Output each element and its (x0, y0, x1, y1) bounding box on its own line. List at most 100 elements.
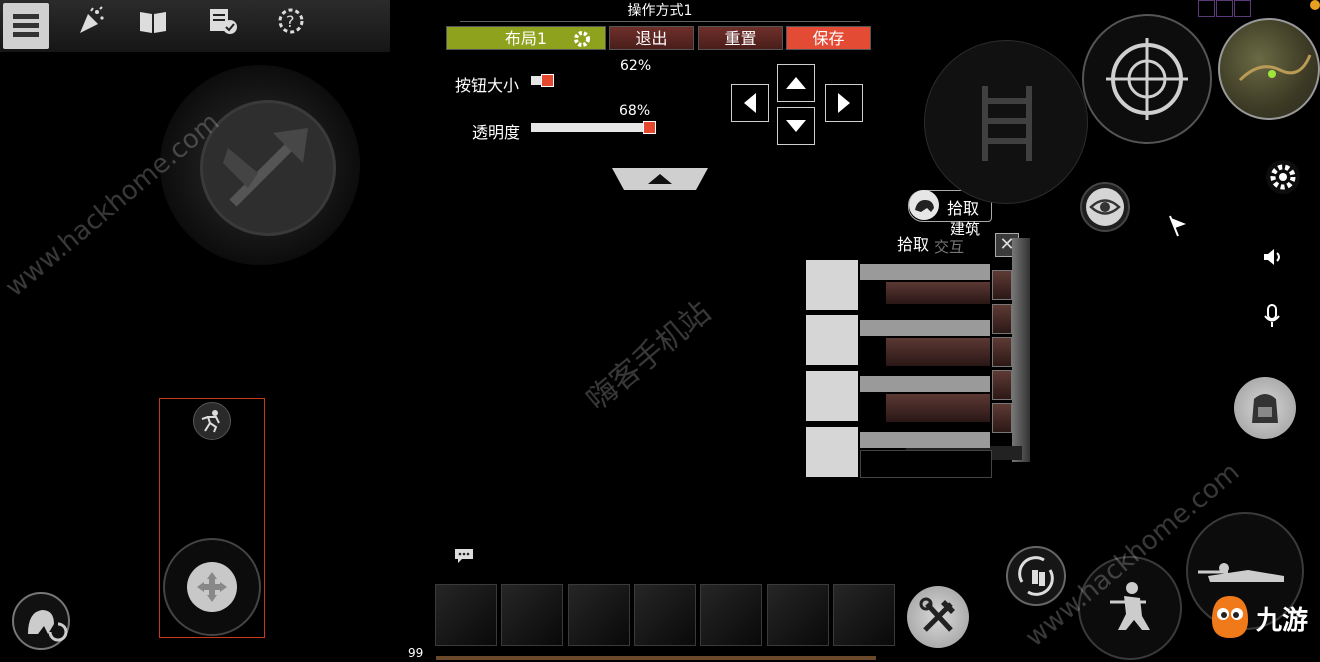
switch-weapon-button[interactable] (1006, 546, 1066, 606)
pickup-panel-title: 拾取 (897, 235, 930, 254)
top-toolbar: ? (0, 0, 390, 52)
hotbar-slot[interactable] (634, 584, 696, 646)
observe-button[interactable] (1080, 182, 1130, 232)
pickup-row[interactable] (886, 282, 990, 304)
player-marker-icon (1238, 54, 1312, 82)
jiuyou-logo (1206, 590, 1254, 642)
pickup-row[interactable] (860, 450, 992, 478)
move-right-button[interactable] (825, 84, 863, 122)
pickup-row-name (860, 264, 990, 280)
layout-label: 布局1 (504, 29, 548, 48)
movement-joystick-thumb[interactable] (187, 562, 237, 612)
move-up-button[interactable] (777, 64, 815, 102)
pickup-row[interactable] (886, 394, 990, 422)
checklist-icon[interactable] (208, 6, 238, 36)
chat-bubble-icon (455, 549, 473, 563)
hotbar-slot[interactable] (767, 584, 829, 646)
opacity-label: 透明度 (472, 123, 521, 142)
flag-icon (1169, 215, 1186, 237)
status-slot (1234, 0, 1251, 17)
chevron-up-icon (612, 168, 708, 190)
pickup-scrollbar[interactable] (1012, 238, 1030, 462)
microphone-icon (1264, 304, 1280, 327)
settings-button[interactable] (1266, 160, 1300, 194)
notification-dot (1310, 0, 1320, 10)
book-icon[interactable] (138, 6, 168, 36)
chat-button[interactable] (454, 548, 474, 564)
button-size-slider[interactable] (531, 76, 541, 85)
minimap[interactable] (1218, 18, 1320, 120)
pickup-row-action[interactable] (992, 337, 1012, 367)
hotbar-slot[interactable] (833, 584, 895, 646)
menu-button[interactable] (3, 3, 49, 49)
button-size-slider-knob[interactable] (541, 74, 554, 87)
menu-icon (13, 14, 39, 37)
ladder-icon (982, 86, 1032, 161)
move-left-button[interactable] (731, 84, 769, 122)
eye-icon (1086, 188, 1124, 226)
pickup-row-name (860, 376, 990, 392)
pickup-row-icon[interactable] (806, 260, 858, 310)
reset-button[interactable]: 重置 (698, 26, 783, 50)
layout-select-button[interactable]: 布局1 (446, 26, 606, 50)
pickup-row-icon[interactable] (806, 315, 858, 365)
watermark-center: 嗨客手机站 (580, 294, 718, 418)
party-popper-icon[interactable] (76, 6, 106, 36)
sprint-button[interactable] (193, 402, 231, 440)
layout-title: 操作方式1 (627, 3, 693, 19)
axe-icon (223, 128, 308, 207)
mark-button[interactable] (1166, 214, 1190, 238)
gear-icon (1270, 164, 1296, 190)
pickup-row-action[interactable] (992, 370, 1012, 400)
pickup-row-action[interactable] (992, 304, 1012, 334)
reload-bullets-icon (1018, 556, 1054, 596)
pickup-row-action[interactable] (992, 270, 1012, 300)
move-down-button[interactable] (777, 107, 815, 145)
pickup-row[interactable] (886, 338, 990, 366)
help-gear-icon[interactable]: ? (276, 6, 306, 36)
pickup-row-icon[interactable] (806, 371, 858, 421)
hotbar-slot[interactable] (700, 584, 762, 646)
gear-icon (574, 31, 590, 47)
save-button[interactable]: 保存 (786, 26, 871, 50)
hotbar-slot[interactable] (568, 584, 630, 646)
move-arrows-icon (197, 572, 227, 602)
climb-button[interactable] (924, 40, 1088, 204)
pickup-row-action[interactable] (992, 403, 1012, 433)
title-divider (460, 21, 860, 22)
status-slot (1198, 0, 1215, 17)
collapse-panel-button[interactable] (612, 168, 708, 190)
opacity-value: 68% (619, 103, 651, 119)
button-size-value: 62% (620, 58, 652, 74)
microphone-button[interactable] (1260, 303, 1284, 329)
gorilla-icon (28, 610, 68, 642)
build-tools-button[interactable] (907, 586, 969, 648)
pickup-row-icon[interactable] (806, 427, 858, 477)
sound-button[interactable] (1260, 244, 1286, 270)
hammer-wrench-icon (919, 597, 955, 632)
backpack-button[interactable] (1234, 377, 1296, 439)
arrow-down-icon (786, 120, 806, 132)
experience-bar (436, 656, 876, 660)
speaker-icon (1264, 249, 1280, 265)
status-slot (1216, 0, 1233, 17)
interact-label: 交互 (934, 238, 965, 256)
opacity-slider-knob[interactable] (643, 121, 656, 134)
arrow-right-icon (838, 93, 850, 113)
hotbar-slot[interactable] (501, 584, 563, 646)
opacity-slider[interactable] (531, 123, 645, 132)
arrow-up-icon (786, 77, 806, 89)
aim-button[interactable] (1082, 14, 1212, 144)
arrow-left-icon (744, 93, 756, 113)
emote-button[interactable] (12, 592, 70, 650)
attack-button[interactable] (200, 100, 336, 236)
exit-button[interactable]: 退出 (609, 26, 694, 50)
crosshair-icon (1106, 38, 1188, 120)
pickup-row-name (860, 320, 990, 336)
pickup-row-name (860, 432, 990, 448)
hotbar-slot[interactable] (435, 584, 497, 646)
button-size-label: 按钮大小 (455, 76, 520, 95)
jiuyou-logo-text: 九游 (1256, 606, 1309, 636)
running-man-icon (201, 410, 220, 433)
svg-text:?: ? (286, 12, 295, 31)
